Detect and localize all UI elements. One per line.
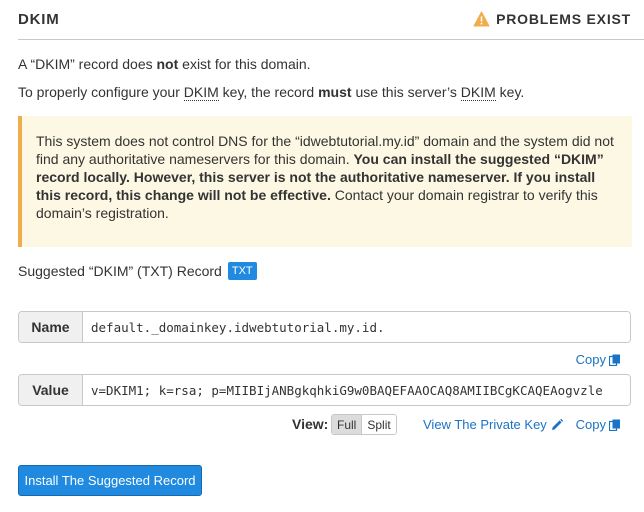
value-label: Value	[19, 375, 83, 405]
configure-instruction-text: To properly configure your DKIM key, the…	[18, 84, 525, 101]
record-type-badge: TXT	[227, 262, 257, 280]
pencil-icon	[551, 418, 563, 430]
install-suggested-record-button[interactable]: Install The Suggested Record	[18, 465, 202, 496]
name-label: Name	[19, 312, 83, 342]
dkim-abbreviation[interactable]: DKIM	[183, 84, 219, 101]
status-indicator: PROBLEMS EXIST	[473, 11, 631, 27]
view-split-button[interactable]: Split	[362, 415, 396, 434]
copy-value-link[interactable]: Copy	[576, 417, 621, 432]
name-field-group: Name	[18, 311, 631, 343]
section-title: DKIM	[18, 11, 60, 28]
view-private-key-link[interactable]: View The Private Key	[423, 417, 563, 432]
dkim-abbreviation[interactable]: DKIM	[460, 84, 496, 101]
copy-icon	[609, 419, 620, 431]
view-full-button[interactable]: Full	[332, 415, 363, 434]
view-toggle: Full Split	[331, 414, 397, 435]
suggested-record-heading: Suggested “DKIM” (TXT) Record TXT	[18, 262, 257, 280]
warning-icon	[473, 11, 490, 27]
dkim-header: DKIM PROBLEMS EXIST	[18, 0, 644, 40]
copy-name-link[interactable]: Copy	[576, 352, 621, 367]
value-field-group: Value	[18, 374, 631, 406]
status-text: PROBLEMS EXIST	[496, 11, 631, 27]
view-label: View:	[292, 416, 329, 432]
copy-icon	[609, 354, 620, 366]
dns-warning-alert: This system does not control DNS for the…	[18, 116, 632, 247]
value-input[interactable]	[83, 375, 630, 405]
record-missing-text: A “DKIM” record does not exist for this …	[18, 56, 311, 72]
name-input[interactable]	[83, 312, 630, 342]
